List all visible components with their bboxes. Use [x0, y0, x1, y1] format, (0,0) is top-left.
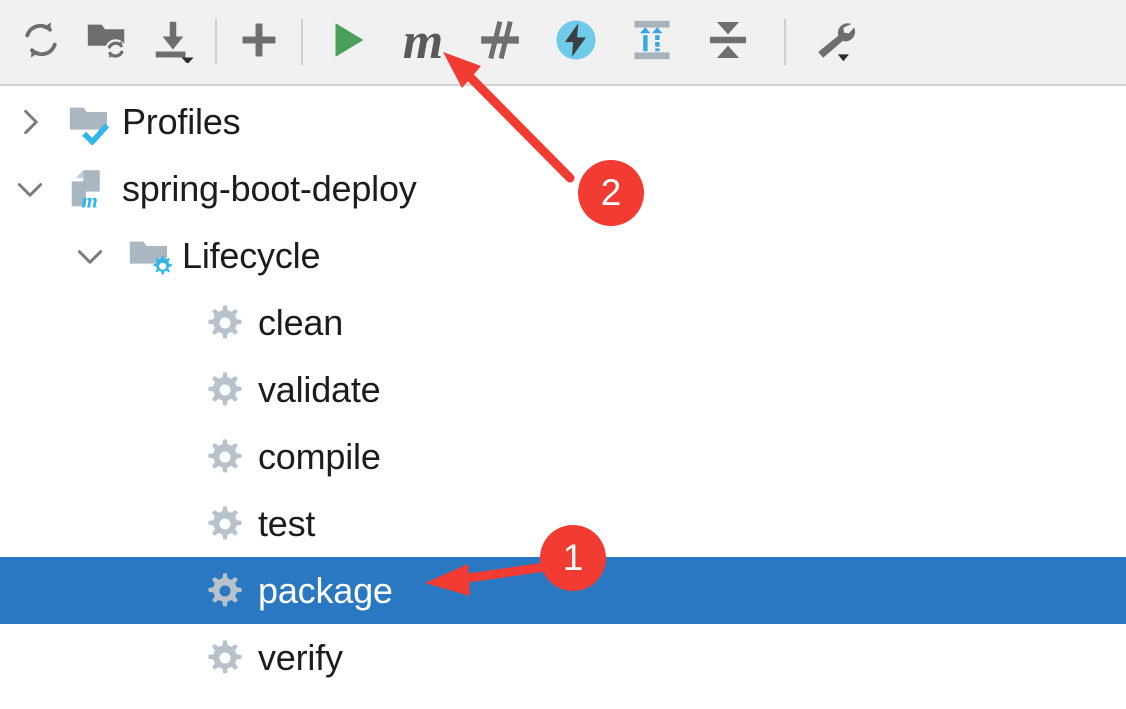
maven-settings-button[interactable] [795, 9, 875, 75]
play-icon [325, 17, 371, 68]
tree-row-label: Lifecycle [182, 234, 321, 276]
profiles-folder-icon [62, 99, 116, 145]
maven-toolbar: m [0, 0, 1126, 86]
plus-icon [236, 17, 282, 68]
tree-row-label: test [258, 502, 316, 544]
chevron-right-icon[interactable] [10, 107, 50, 137]
chevron-down-icon[interactable] [10, 174, 50, 204]
svg-text:m: m [81, 188, 97, 212]
lifecycle-folder-icon [122, 233, 176, 279]
toolbar-separator-2 [301, 19, 303, 65]
tree-row-label: Profiles [122, 100, 241, 142]
toolbar-separator-1 [215, 19, 217, 65]
lightning-bolt-icon [553, 17, 599, 68]
collapse-all-icon [704, 16, 752, 69]
tree-row-compile[interactable]: compile [0, 423, 1126, 490]
tree-row-label: compile [258, 435, 381, 477]
tree-row-label: validate [258, 368, 381, 410]
tree-row-label: verify [258, 636, 343, 678]
goal-gear-icon [198, 437, 252, 477]
refresh-icon [19, 18, 63, 67]
reload-all-maven-projects-button[interactable] [8, 9, 74, 75]
tree-row-label: clean [258, 301, 344, 343]
goal-gear-icon [198, 504, 252, 544]
goal-gear-icon [198, 370, 252, 410]
wrench-icon [811, 16, 859, 69]
maven-projects-tree[interactable]: Profiles m spring-boot-deploy Lifecycle … [0, 88, 1126, 691]
chevron-down-icon[interactable] [70, 241, 110, 271]
add-maven-project-button[interactable] [226, 9, 292, 75]
toolbar-separator-3 [784, 19, 786, 65]
tree-row-verify[interactable]: verify [0, 624, 1126, 691]
tree-row-spring-boot-deploy[interactable]: m spring-boot-deploy [0, 155, 1126, 222]
tree-row-clean[interactable]: clean [0, 289, 1126, 356]
expand-all-icon [628, 16, 676, 69]
tree-row-profiles[interactable]: Profiles [0, 88, 1126, 155]
goal-gear-icon [198, 303, 252, 343]
goal-gear-icon [198, 571, 252, 611]
tree-row-package[interactable]: package [0, 557, 1126, 624]
tree-row-label: package [258, 569, 393, 611]
collapse-all-button[interactable] [690, 9, 766, 75]
tree-row-lifecycle[interactable]: Lifecycle [0, 222, 1126, 289]
execute-maven-goal-button[interactable]: m [384, 9, 462, 75]
download-sources-button[interactable] [140, 9, 206, 75]
download-arrow-icon [150, 17, 196, 68]
folder-refresh-icon [84, 17, 130, 68]
expand-all-button[interactable] [614, 9, 690, 75]
generate-sources-button[interactable] [74, 9, 140, 75]
maven-module-icon: m [62, 166, 116, 212]
tree-row-validate[interactable]: validate [0, 356, 1126, 423]
tree-row-test[interactable]: test [0, 490, 1126, 557]
run-maven-build-button[interactable] [312, 9, 384, 75]
toggle-skip-tests-button[interactable] [462, 9, 538, 75]
maven-m-icon: m [402, 13, 444, 70]
tree-row-label: spring-boot-deploy [122, 167, 417, 209]
toggle-offline-mode-button[interactable] [538, 9, 614, 75]
skip-tests-icon [476, 16, 524, 69]
goal-gear-icon [198, 638, 252, 678]
